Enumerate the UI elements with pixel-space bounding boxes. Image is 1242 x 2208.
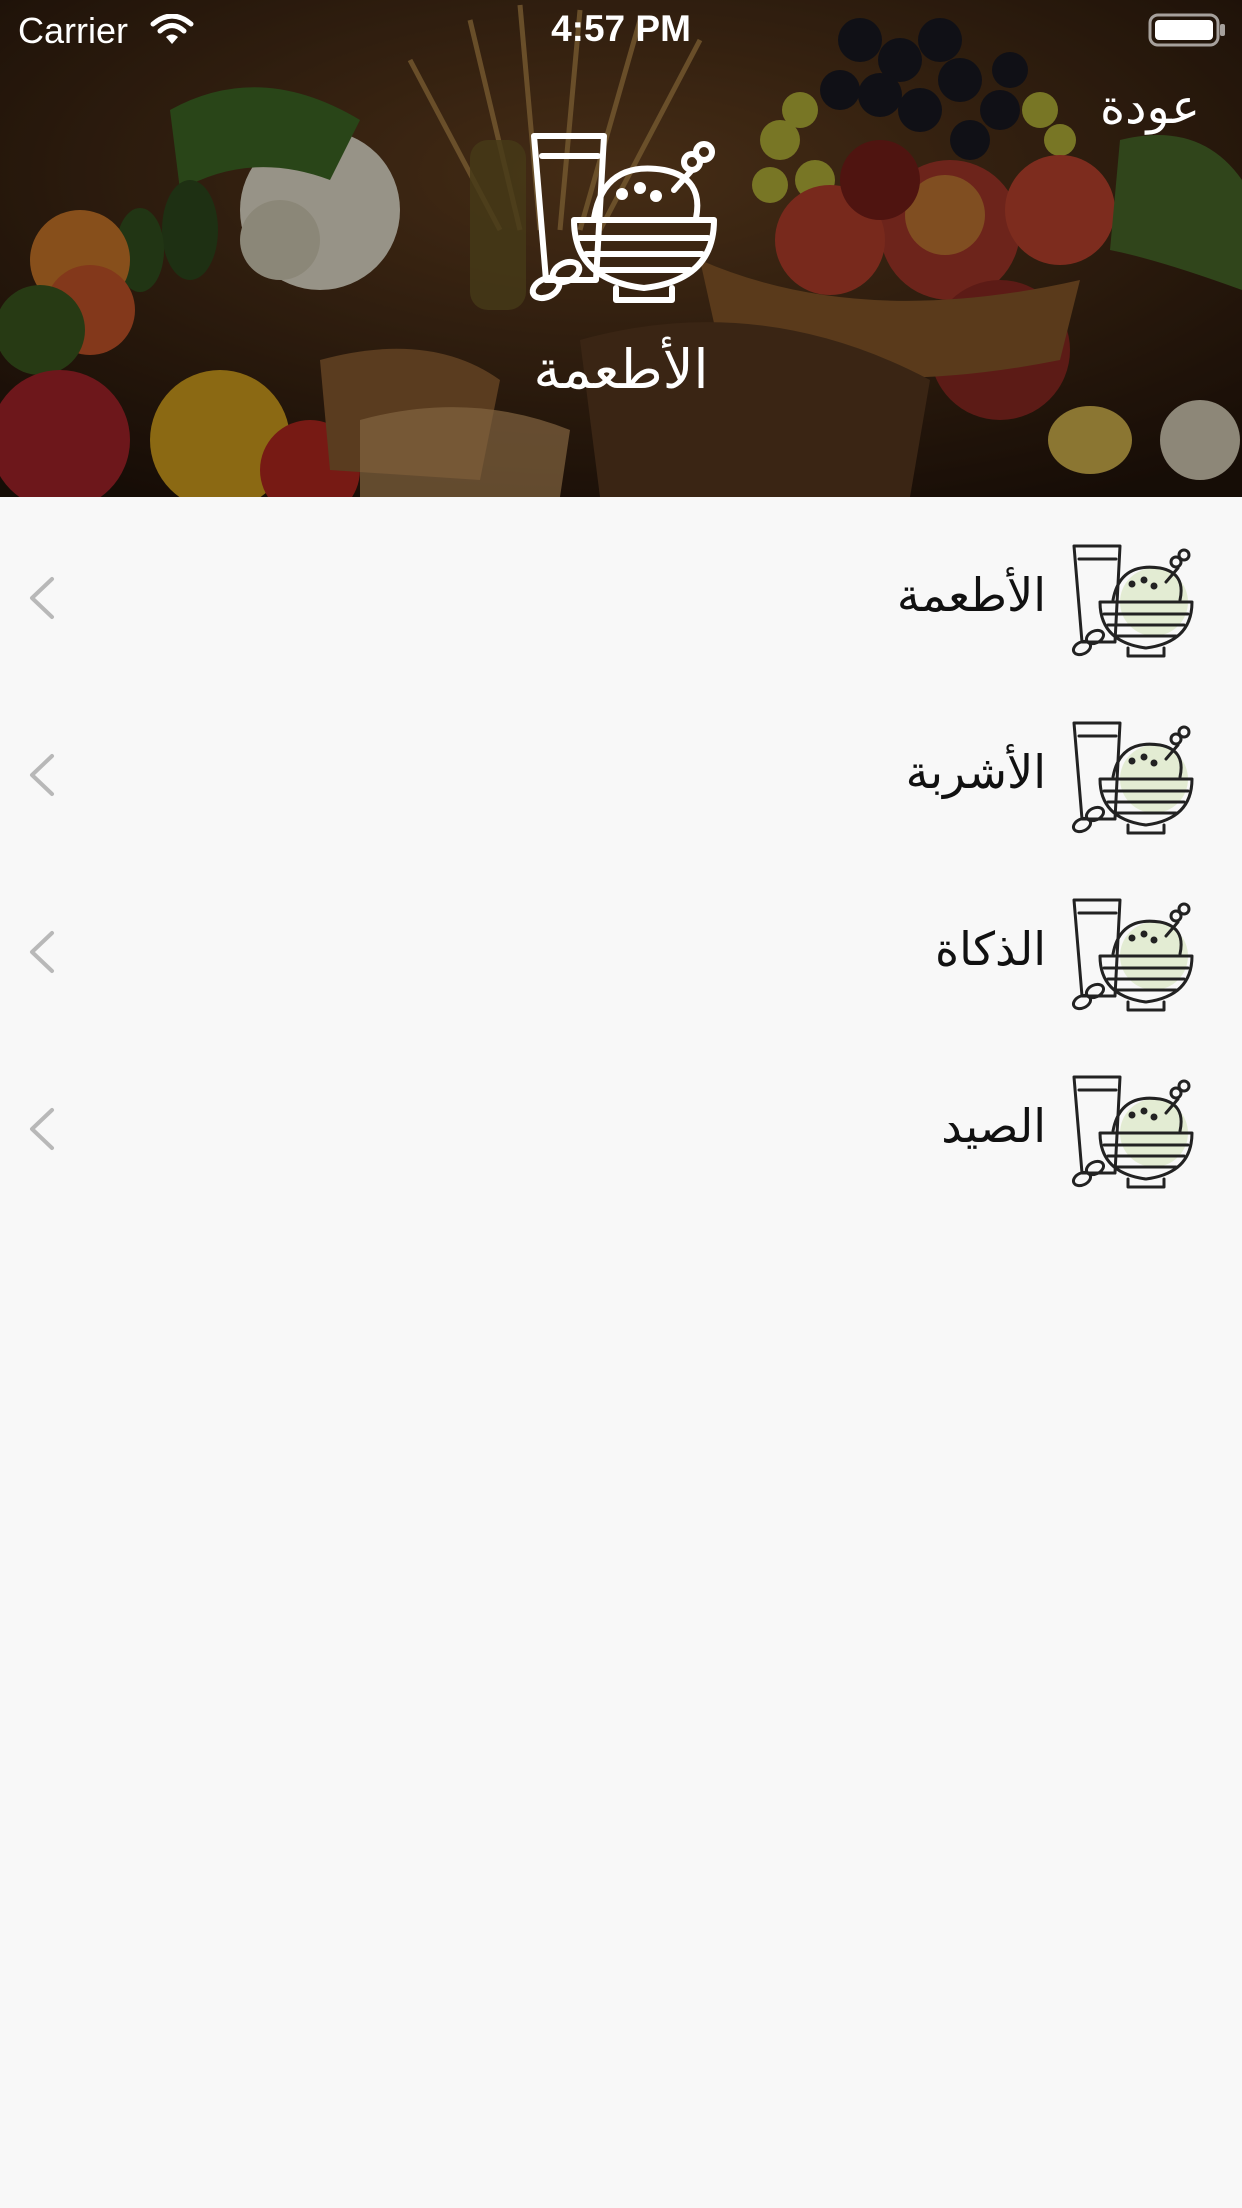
list-item-label: الصيد: [941, 1099, 1046, 1153]
list-item-drinks[interactable]: الأشربة: [0, 674, 1242, 851]
back-button[interactable]: عودة: [1060, 72, 1200, 142]
status-time: 4:57 PM: [551, 8, 691, 49]
category-list: الأطعمة الأشربة الذكاة الصيد: [0, 497, 1242, 1205]
chevron-left-icon: [30, 754, 54, 796]
chevron-left-icon: [30, 1108, 54, 1150]
chevron-left-icon: [30, 931, 54, 973]
list-item-label: الأشربة: [905, 745, 1046, 799]
food-bowl-icon: [1071, 898, 1194, 1012]
food-bowl-icon: [1071, 544, 1194, 658]
screen: Carrier 4:57 PM عودة الأطعمة الأطعمة الأ…: [0, 0, 1242, 2208]
list-item-slaughter[interactable]: الذكاة: [0, 851, 1242, 1028]
battery-icon: [1148, 13, 1225, 47]
list-item-label: الأطعمة: [896, 568, 1046, 622]
food-bowl-icon: [529, 133, 717, 303]
status-bar: Carrier 4:57 PM: [0, 0, 1242, 60]
list-item-foods[interactable]: الأطعمة: [0, 497, 1242, 674]
list-item-label: الذكاة: [935, 922, 1046, 976]
chevron-left-icon: [30, 577, 54, 619]
header-banner: Carrier 4:57 PM عودة الأطعمة: [0, 0, 1242, 497]
food-bowl-icon: [1071, 721, 1194, 835]
page-title: الأطعمة: [533, 338, 709, 401]
food-bowl-icon: [1071, 1075, 1194, 1189]
list-item-hunting[interactable]: الصيد: [0, 1028, 1242, 1205]
